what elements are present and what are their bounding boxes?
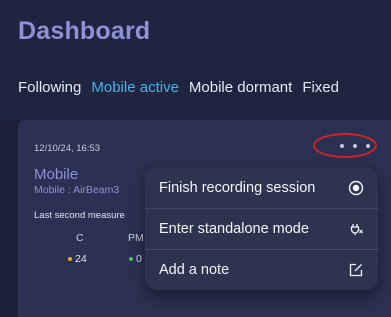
measure-value-pm: 0 (129, 253, 142, 265)
menu-item-finish-recording[interactable]: Finish recording session (145, 167, 378, 208)
status-dot-green (129, 257, 133, 262)
tab-fixed[interactable]: Fixed (302, 79, 339, 101)
session-name: Mobile (34, 166, 79, 183)
menu-item-label: Enter standalone mode (159, 221, 309, 237)
tab-mobile-active[interactable]: Mobile active (91, 79, 179, 101)
session-timestamp: 12/10/24, 16:53 (34, 143, 101, 154)
last-measure-label: Last second measure (34, 210, 125, 221)
tab-bar: Following Mobile active Mobile dormant F… (18, 79, 349, 101)
page-title: Dashboard (18, 17, 151, 45)
measure-value-text: 24 (75, 253, 87, 265)
column-header-pm: PM (128, 232, 144, 244)
tab-mobile-dormant[interactable]: Mobile dormant (189, 79, 292, 101)
status-dot-orange (68, 257, 72, 262)
note-edit-icon (348, 262, 364, 278)
context-menu: Finish recording session Enter standalon… (145, 167, 378, 290)
highlight-ellipse (313, 133, 377, 158)
measure-value-text: 0 (136, 253, 142, 265)
menu-item-add-note[interactable]: Add a note (145, 249, 378, 290)
measure-value-c: 24 (68, 253, 87, 265)
column-header-c: C (76, 232, 84, 244)
menu-item-label: Add a note (159, 262, 230, 278)
tab-following[interactable]: Following (18, 79, 81, 101)
menu-item-standalone-mode[interactable]: Enter standalone mode (145, 208, 378, 249)
standalone-mode-icon (348, 221, 364, 237)
session-type: Mobile : AirBeam3 (34, 184, 120, 196)
stop-circle-icon (348, 180, 364, 196)
menu-item-label: Finish recording session (159, 179, 316, 196)
